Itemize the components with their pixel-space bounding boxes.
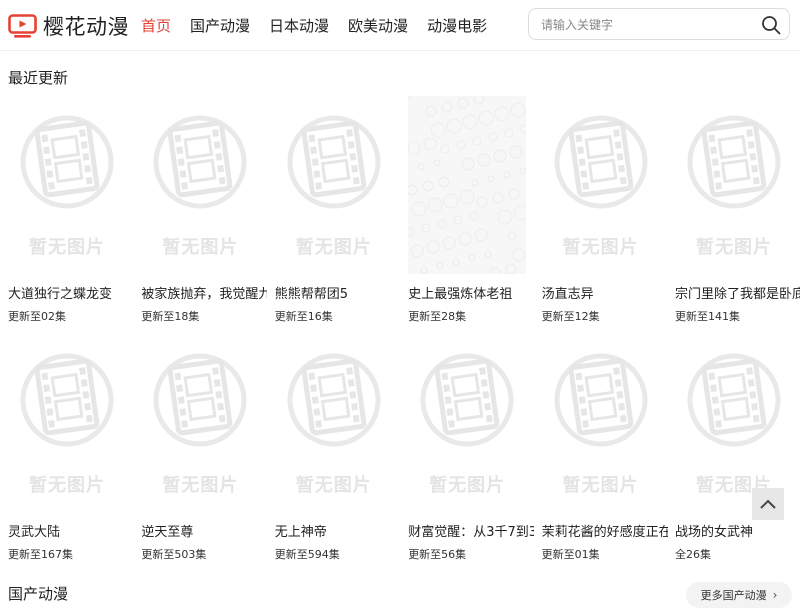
- no-image-label: 暂无图片: [295, 475, 372, 496]
- nav-item-home[interactable]: 首页: [141, 15, 171, 36]
- video-card[interactable]: 暂无图片 战场的女武神 全26集: [675, 334, 793, 562]
- episode-status: 全26集: [675, 548, 711, 561]
- placeholder-image[interactable]: 暂无图片: [675, 96, 793, 274]
- video-card[interactable]: 暂无图片 熊熊帮帮团5 更新至16集: [274, 96, 393, 324]
- episode-status: 更新至02集: [8, 310, 66, 323]
- video-title[interactable]: 被家族抛弃，我觉醒九: [141, 283, 267, 302]
- main-nav: 首页 国产动漫 日本动漫 欧美动漫 动漫电影: [141, 15, 506, 36]
- video-title[interactable]: 无上神帝: [275, 521, 401, 540]
- nav-item-movies[interactable]: 动漫电影: [427, 15, 487, 36]
- video-card[interactable]: 暂无图片 大道独行之蝶龙变 更新至02集: [8, 96, 126, 324]
- video-title[interactable]: 汤直志异: [542, 283, 668, 302]
- placeholder-image[interactable]: 暂无图片: [541, 334, 660, 512]
- tv-play-icon: [8, 13, 37, 38]
- video-card[interactable]: 暂无图片 无上神帝 更新至594集: [274, 334, 393, 562]
- search-icon[interactable]: [761, 15, 781, 35]
- placeholder-image[interactable]: 暂无图片: [408, 334, 527, 512]
- video-title[interactable]: 茉莉花酱的好感度正在: [542, 521, 668, 540]
- episode-status: 更新至56集: [408, 548, 467, 561]
- video-card[interactable]: 暂无图片 汤直志异 更新至12集: [541, 96, 660, 324]
- search-input[interactable]: [539, 15, 753, 35]
- section-title-domestic: 国产动漫: [8, 585, 69, 603]
- search-box: [528, 8, 790, 40]
- placeholder-image[interactable]: 暂无图片: [274, 334, 393, 512]
- video-card[interactable]: 暂无图片财富觉醒：从3千7到3 更新至56集: [408, 334, 534, 562]
- chevron-up-icon: [760, 499, 776, 509]
- cover-image[interactable]: [408, 96, 527, 274]
- video-card[interactable]: 史上最强炼体老祖 更新至28集: [408, 96, 527, 324]
- video-title[interactable]: 史上最强炼体老祖: [408, 283, 534, 302]
- video-title[interactable]: 宗门里除了我都是卧底: [675, 283, 800, 302]
- no-image-label: 暂无图片: [562, 237, 639, 258]
- no-image-label: 暂无图片: [429, 475, 506, 496]
- section-title-recent: 最近更新: [8, 69, 69, 87]
- nav-item-japanese[interactable]: 日本动漫: [269, 15, 329, 36]
- episode-status: 更新至28集: [408, 310, 467, 323]
- nav-item-western[interactable]: 欧美动漫: [348, 15, 408, 36]
- placeholder-image[interactable]: 暂无图片: [141, 334, 260, 512]
- site-logo[interactable]: 樱花动漫: [8, 11, 129, 41]
- back-to-top-button[interactable]: [752, 488, 784, 520]
- video-title[interactable]: 熊熊帮帮团5: [275, 283, 401, 302]
- video-title[interactable]: 战场的女武神: [675, 521, 800, 540]
- video-card[interactable]: 暂无图片茉莉花酱的好感度正在更新至01集: [541, 334, 668, 562]
- more-domestic-button[interactable]: 更多国产动漫 ›: [686, 582, 792, 608]
- site-name: 樱花动漫: [43, 15, 129, 39]
- video-card[interactable]: 暂无图片 逆天至尊 更新至503集: [141, 334, 260, 562]
- episode-status: 更新至167集: [8, 548, 73, 561]
- episode-status: 更新至594集: [274, 548, 340, 561]
- placeholder-image[interactable]: 暂无图片: [274, 96, 393, 274]
- episode-status: 更新至12集: [541, 310, 600, 323]
- video-title[interactable]: 财富觉醒：从3千7到3: [408, 521, 534, 540]
- no-image-label: 暂无图片: [29, 475, 105, 496]
- placeholder-image[interactable]: 暂无图片: [541, 96, 660, 274]
- video-title[interactable]: 大道独行之蝶龙变: [8, 283, 134, 302]
- no-image-label: 暂无图片: [162, 475, 239, 496]
- video-title[interactable]: 灵武大陆: [8, 521, 134, 540]
- episode-status: 更新至141集: [675, 310, 740, 323]
- top-header: 樱花动漫 首页 国产动漫 日本动漫 欧美动漫 动漫电影: [0, 0, 800, 51]
- no-image-label: 暂无图片: [162, 237, 239, 258]
- no-image-label: 暂无图片: [295, 237, 372, 258]
- more-domestic-label: 更多国产动漫: [700, 589, 767, 602]
- placeholder-image[interactable]: 暂无图片: [8, 96, 126, 274]
- no-image-label: 暂无图片: [29, 237, 105, 258]
- video-card[interactable]: 暂无图片被家族抛弃，我觉醒九更新至18集: [141, 96, 267, 324]
- no-image-label: 暂无图片: [562, 475, 639, 496]
- placeholder-image[interactable]: 暂无图片: [8, 334, 126, 512]
- episode-status: 更新至18集: [141, 310, 200, 323]
- placeholder-image[interactable]: 暂无图片: [675, 334, 793, 512]
- video-title[interactable]: 逆天至尊: [141, 521, 267, 540]
- episode-status: 更新至01集: [541, 548, 600, 561]
- video-card[interactable]: 暂无图片 灵武大陆 更新至167集: [8, 334, 126, 562]
- video-card[interactable]: 暂无图片宗门里除了我都是卧底更新至141集: [675, 96, 800, 324]
- episode-status: 更新至503集: [141, 548, 207, 561]
- placeholder-image[interactable]: 暂无图片: [141, 96, 260, 274]
- episode-status: 更新至16集: [274, 310, 333, 323]
- no-image-label: 暂无图片: [696, 237, 772, 258]
- nav-item-domestic[interactable]: 国产动漫: [190, 15, 250, 36]
